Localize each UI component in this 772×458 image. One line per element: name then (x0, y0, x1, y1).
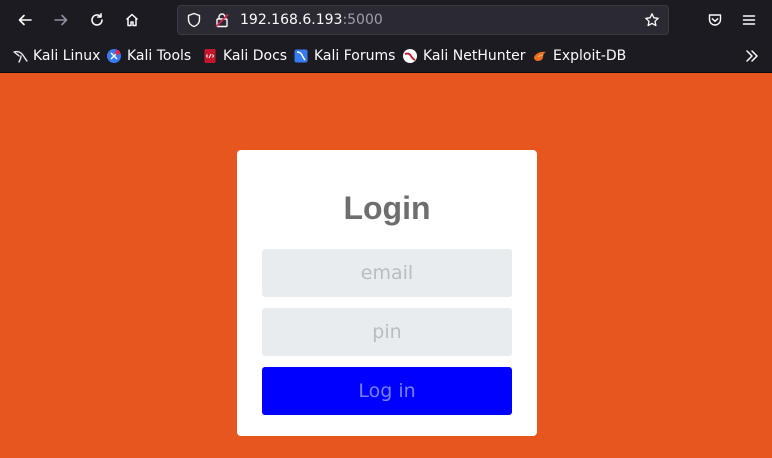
bookmark-kali-docs[interactable]: Kali Docs (202, 47, 287, 65)
hamburger-menu-icon (742, 15, 756, 25)
login-title: Login (343, 190, 431, 226)
home-button[interactable] (120, 8, 144, 32)
forward-button[interactable] (49, 8, 73, 32)
url-host: 192.168.6.193 (240, 12, 343, 28)
bookmark-kali-linux[interactable]: Kali Linux (12, 47, 100, 65)
back-button[interactable] (13, 8, 37, 32)
login-card: Login Log in (237, 150, 537, 436)
shield-icon[interactable] (186, 12, 202, 28)
bookmarks-toolbar: Kali Linux Kali Tools Kali Docs Kali For… (0, 40, 772, 73)
url-text[interactable]: 192.168.6.193:5000 (240, 12, 383, 28)
browser-toolbar: 192.168.6.193:5000 (0, 0, 772, 40)
bookmark-kali-forums[interactable]: Kali Forums (293, 47, 395, 65)
pin-input[interactable] (262, 308, 512, 356)
bookmark-star-icon[interactable] (644, 12, 660, 28)
back-arrow-icon (18, 14, 32, 26)
address-bar[interactable]: 192.168.6.193:5000 (177, 5, 669, 35)
bookmark-kali-tools[interactable]: Kali Tools (106, 47, 191, 65)
bookmark-label: Kali Linux (33, 48, 101, 64)
pocket-icon (708, 14, 722, 26)
email-input[interactable] (262, 249, 512, 297)
kali-dragon-icon (13, 50, 28, 63)
kali-tools-icon (107, 49, 121, 63)
bookmark-label: Kali Tools (127, 48, 192, 64)
reload-icon (91, 13, 103, 26)
chevron-double-right-icon[interactable] (744, 48, 760, 64)
kali-forums-icon (294, 49, 308, 63)
url-port: :5000 (342, 12, 383, 28)
bookmark-exploit-db[interactable]: Exploit-DB (532, 47, 626, 65)
kali-nethunter-icon (403, 49, 417, 63)
home-icon (125, 13, 139, 27)
forward-arrow-icon (54, 14, 68, 26)
exploit-db-icon (534, 51, 546, 61)
bookmark-label: Kali NetHunter (423, 48, 526, 64)
bookmark-kali-nethunter[interactable]: Kali NetHunter (402, 47, 525, 65)
bookmark-label: Exploit-DB (553, 48, 627, 64)
reload-button[interactable] (85, 8, 109, 32)
menu-button[interactable] (737, 8, 761, 32)
kali-docs-icon (204, 49, 216, 63)
insecure-lock-icon[interactable] (214, 12, 230, 28)
bookmark-label: Kali Forums (314, 48, 396, 64)
pocket-button[interactable] (703, 8, 727, 32)
page-content: Login Log in (0, 73, 772, 458)
login-button[interactable]: Log in (262, 367, 512, 415)
bookmark-label: Kali Docs (223, 48, 288, 64)
